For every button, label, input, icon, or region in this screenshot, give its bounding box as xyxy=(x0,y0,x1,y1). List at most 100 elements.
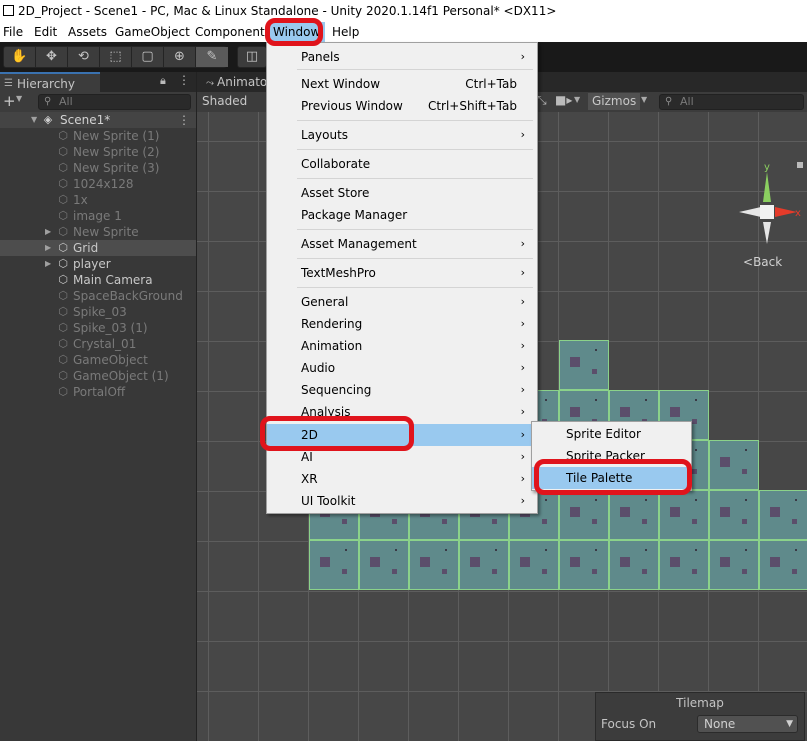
submenu-arrow-icon: › xyxy=(520,494,525,507)
submenu-2d-item[interactable]: Tile Palette xyxy=(532,467,691,489)
window-menu-item[interactable]: General › xyxy=(267,291,537,313)
gizmo-lock-icon[interactable] xyxy=(797,162,803,168)
gizmo-y-arrow[interactable] xyxy=(763,172,771,202)
hierarchy-item-label: Grid xyxy=(73,241,99,255)
window-menu-dropdown: Panels › Next Window Ctrl+Tab Previous Windo… xyxy=(266,42,538,514)
menu-edit[interactable]: Edit xyxy=(34,22,57,42)
window-menu-item[interactable]: AI › xyxy=(267,446,537,468)
hierarchy-row[interactable]: ⬡ image 1 xyxy=(0,208,196,224)
submenu-arrow-icon: › xyxy=(520,339,525,352)
gizmos-dropdown-icon[interactable]: ▼ xyxy=(641,95,647,104)
window-menu-item[interactable]: Animation › xyxy=(267,335,537,357)
menu-item-label: 2D xyxy=(301,428,318,442)
camera-icon[interactable]: ■▸ xyxy=(555,93,572,107)
hierarchy-row[interactable]: ⬡ Crystal_01 xyxy=(0,336,196,352)
window-menu-item[interactable]: XR › xyxy=(267,468,537,490)
menu-file[interactable]: File xyxy=(3,22,23,42)
hierarchy-row[interactable]: ⬡ GameObject xyxy=(0,352,196,368)
window-menu-item[interactable]: Sequencing › xyxy=(267,379,537,401)
window-menu-item[interactable]: Previous Window Ctrl+Shift+Tab xyxy=(267,95,537,117)
window-menu-item[interactable]: Panels › xyxy=(267,46,537,68)
window-menu-item[interactable]: Layouts › xyxy=(267,124,537,146)
window-menu-item[interactable]: Next Window Ctrl+Tab xyxy=(267,73,537,95)
custom-tool-brush-icon[interactable]: ✎ xyxy=(196,47,228,67)
window-menu-item[interactable]: Asset Management › xyxy=(267,233,537,255)
scale-tool-icon[interactable]: ⬚ xyxy=(100,47,132,67)
gizmo-neg-x-arrow[interactable] xyxy=(739,207,761,217)
gizmos-button[interactable]: Gizmos xyxy=(588,93,641,110)
hierarchy-row[interactable]: ⬡ SpaceBackGround xyxy=(0,288,196,304)
hierarchy-row[interactable]: ⬡ PortalOff xyxy=(0,384,196,400)
gizmo-back-label: <Back xyxy=(743,255,783,269)
chevron-down-icon[interactable]: ▼ xyxy=(16,94,22,103)
expand-arrow-icon[interactable]: ▶ xyxy=(45,224,51,240)
scene-search-input[interactable]: ⚲ All xyxy=(659,94,804,110)
tile xyxy=(609,490,659,540)
gizmo-x-label: x xyxy=(795,208,801,219)
camera-dropdown-icon[interactable]: ▼ xyxy=(574,95,580,104)
search-icon: ⚲ xyxy=(44,96,52,107)
hierarchy-row[interactable]: ⬡ 1024x128 xyxy=(0,176,196,192)
hierarchy-row[interactable]: ⬡ 1x xyxy=(0,192,196,208)
menu-item-label: Audio xyxy=(301,361,336,375)
tile xyxy=(759,540,807,590)
center-toggle[interactable]: ◫ xyxy=(237,46,267,68)
lock-icon[interactable]: 🔒︎ xyxy=(160,74,166,88)
menu-window[interactable]: Window xyxy=(268,22,326,42)
hierarchy-row[interactable]: ⬡ New Sprite (1) xyxy=(0,128,196,144)
expand-arrow-icon[interactable]: ▶ xyxy=(45,256,51,272)
window-menu-item[interactable]: Asset Store xyxy=(267,182,537,204)
menu-item-label: Previous Window xyxy=(301,99,403,113)
scene-kebab-icon[interactable]: ⋮ xyxy=(178,112,190,128)
hierarchy-search-input[interactable]: ⚲ All xyxy=(38,94,191,110)
window-menu-item[interactable]: Analysis › xyxy=(267,401,537,423)
window-menu-item[interactable]: Rendering › xyxy=(267,313,537,335)
window-menu-item[interactable]: Package Manager xyxy=(267,204,537,226)
menu-item-label: General xyxy=(301,295,349,309)
menu-assets[interactable]: Assets xyxy=(68,22,107,42)
add-object-button[interactable]: + xyxy=(3,92,16,111)
hierarchy-row[interactable]: ⬡ Main Camera xyxy=(0,272,196,288)
hierarchy-row[interactable]: ⬡ New Sprite (3) xyxy=(0,160,196,176)
gameobject-cube-icon: ⬡ xyxy=(58,353,68,366)
window-menu-item[interactable]: UI Toolkit › xyxy=(267,490,537,512)
shading-mode-dropdown[interactable]: Shaded xyxy=(202,94,247,108)
scene-root-row[interactable]: ▼ ◈ Scene1* ⋮ xyxy=(0,112,196,128)
tab-animator[interactable]: ⤳ Animato xyxy=(200,72,267,92)
hierarchy-row[interactable]: ⬡ GameObject (1) xyxy=(0,368,196,384)
submenu-2d-item[interactable]: Sprite Editor xyxy=(532,423,691,445)
rotate-tool-icon[interactable]: ⟲ xyxy=(68,47,100,67)
hierarchy-row[interactable]: ⬡ Spike_03 xyxy=(0,304,196,320)
tab-hierarchy[interactable]: ☰ Hierarchy xyxy=(0,72,100,92)
hierarchy-row[interactable]: ▶ ⬡ player xyxy=(0,256,196,272)
menu-component[interactable]: Component xyxy=(195,22,265,42)
tile xyxy=(709,490,759,540)
focus-on-dropdown[interactable]: None ▼ xyxy=(697,715,798,733)
hierarchy-row[interactable]: ▶ ⬡ Grid xyxy=(0,240,196,256)
gizmo-neg-y-arrow[interactable] xyxy=(763,222,771,244)
hierarchy-row[interactable]: ⬡ New Sprite (2) xyxy=(0,144,196,160)
menu-gameobject[interactable]: GameObject xyxy=(115,22,190,42)
gizmo-x-arrow[interactable] xyxy=(775,207,797,217)
tile xyxy=(459,540,509,590)
scene-orientation-gizmo[interactable]: y x <Back xyxy=(735,162,805,272)
rect-tool-icon[interactable]: ▢ xyxy=(132,47,164,67)
expand-arrow-icon[interactable]: ▶ xyxy=(45,240,51,256)
hand-tool-icon[interactable]: ✋ xyxy=(4,47,36,67)
submenu-2d-item[interactable]: Sprite Packer xyxy=(532,445,691,467)
move-tool-icon[interactable]: ✥ xyxy=(36,47,68,67)
hierarchy-row[interactable]: ⬡ Spike_03 (1) xyxy=(0,320,196,336)
window-menu-item[interactable]: Collaborate xyxy=(267,153,537,175)
window-menu-item[interactable]: TextMeshPro › xyxy=(267,262,537,284)
hierarchy-row[interactable]: ▶ ⬡ New Sprite xyxy=(0,224,196,240)
menu-help[interactable]: Help xyxy=(332,22,359,42)
expand-arrow-icon[interactable]: ▼ xyxy=(31,112,37,128)
submenu-arrow-icon: › xyxy=(520,295,525,308)
transform-tool-icon[interactable]: ⊕ xyxy=(164,47,196,67)
kebab-menu-icon[interactable]: ⋮ xyxy=(178,73,190,87)
tools-icon[interactable]: ⤡ xyxy=(537,93,547,108)
window-menu-item[interactable]: 2D › xyxy=(267,424,537,446)
window-menu-item[interactable]: Audio › xyxy=(267,357,537,379)
hierarchy-item-label: player xyxy=(73,257,111,271)
gizmo-center-cube[interactable] xyxy=(760,205,774,219)
